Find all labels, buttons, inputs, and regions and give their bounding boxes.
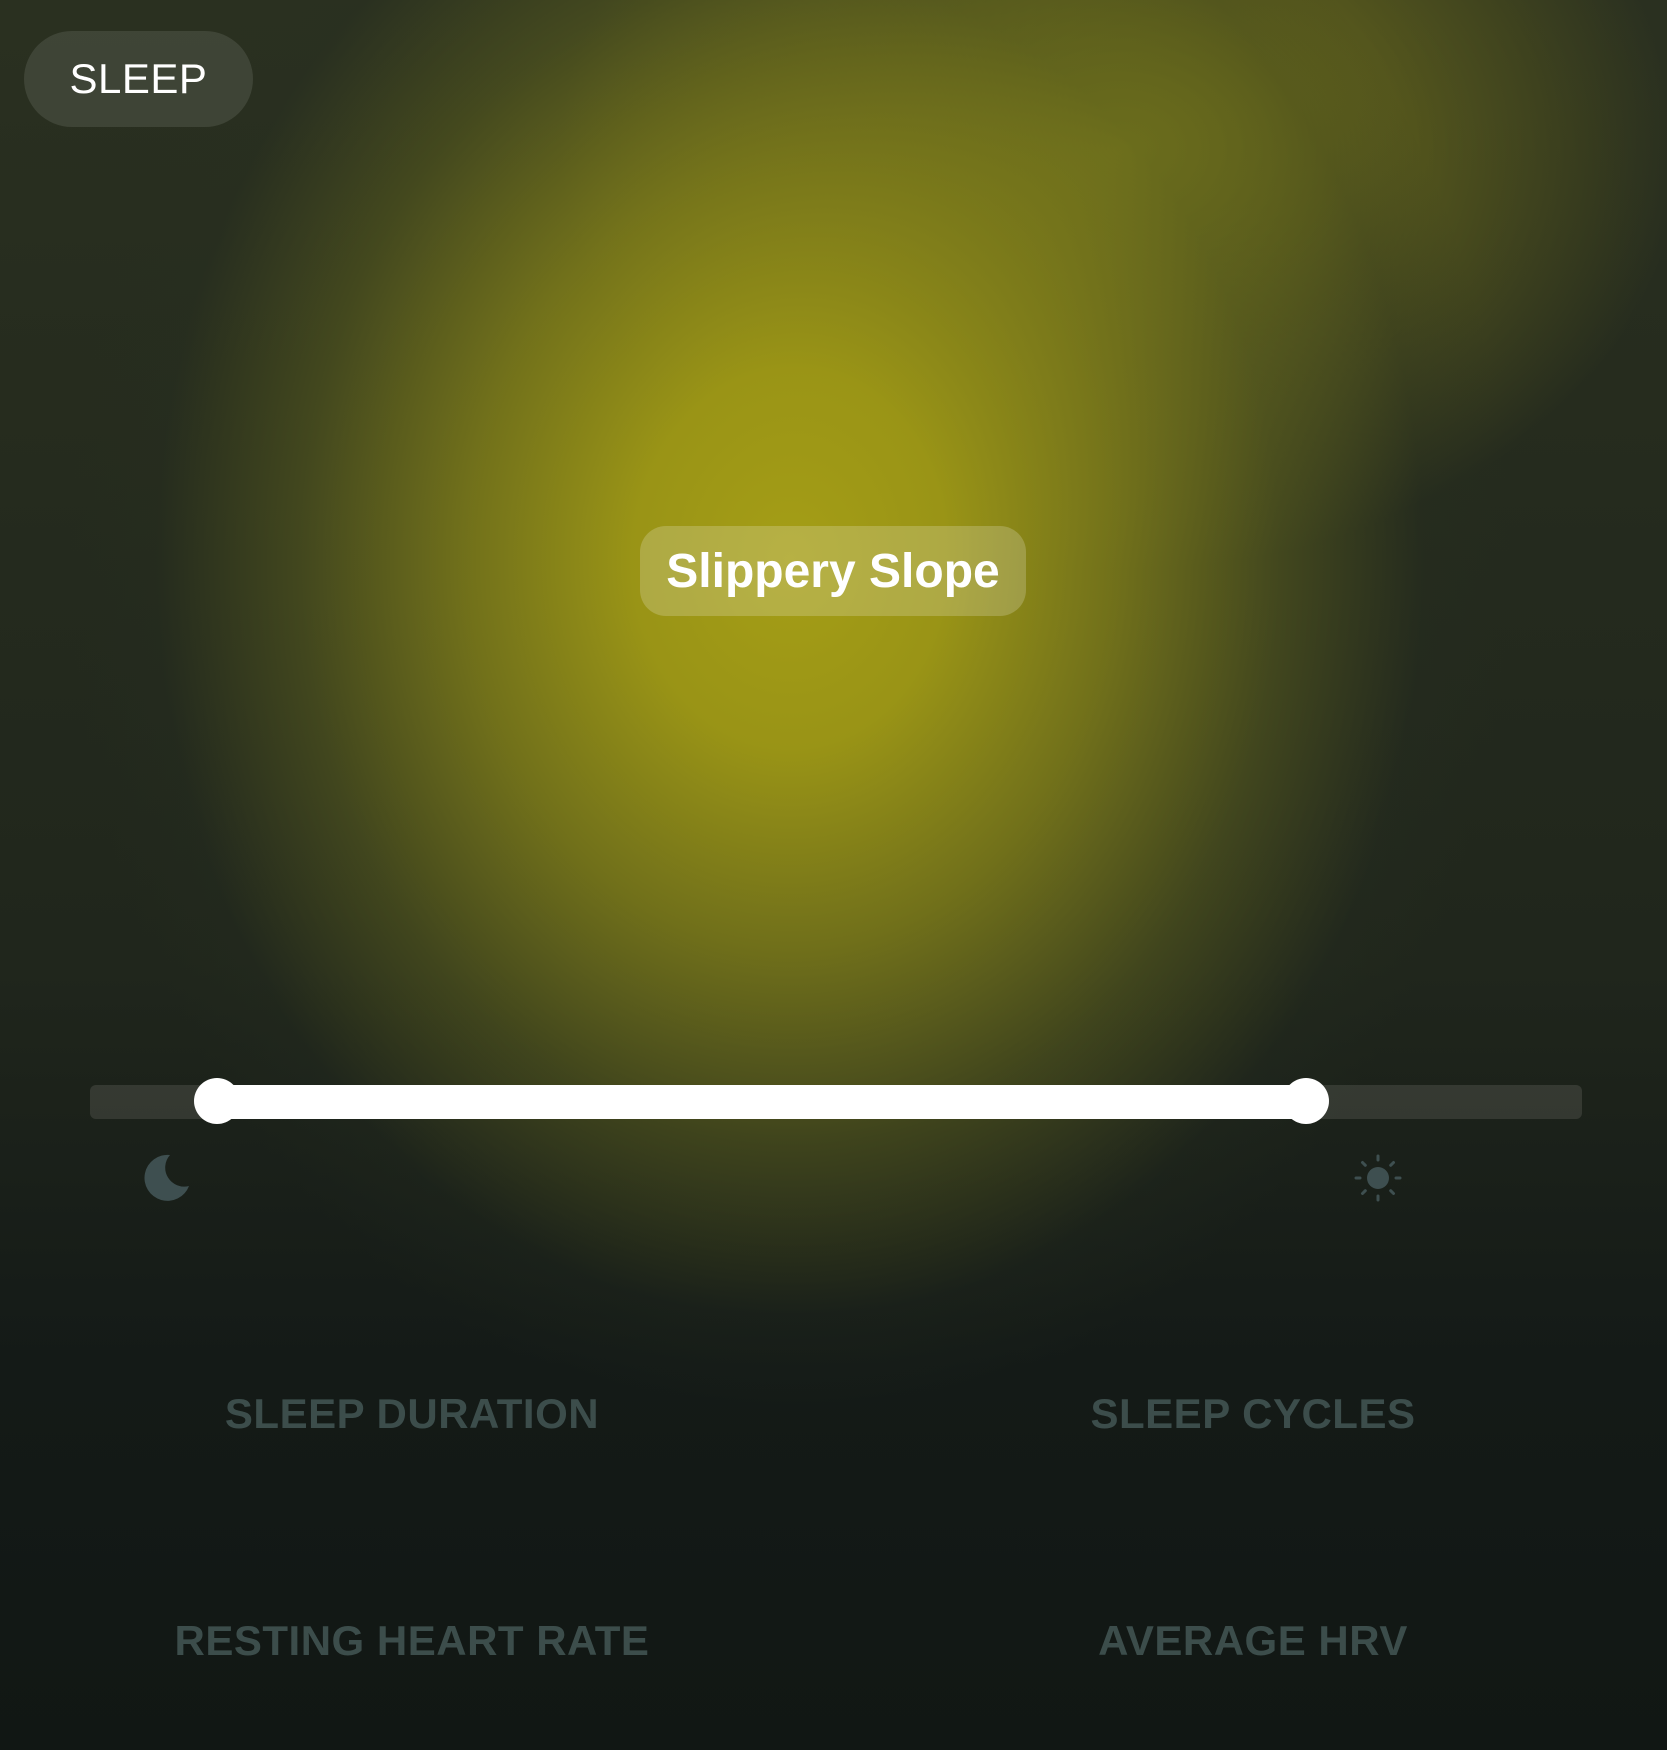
sleep-mode-button[interactable]: SLEEP (24, 31, 253, 127)
sleep-duration-label: SLEEP DURATION (224, 1390, 600, 1437)
slider-end-handle[interactable] (1282, 1078, 1329, 1124)
sun-icon (1354, 1154, 1402, 1202)
average-hrv-label: AVERAGE HRV (1098, 1617, 1408, 1664)
resting-heart-rate-label: RESTING HEART RATE (174, 1617, 650, 1664)
moon-icon (144, 1154, 189, 1201)
sleep-cycles-label: SLEEP CYCLES (1090, 1390, 1416, 1437)
sleep-timeline-slider[interactable] (90, 1078, 1582, 1130)
slider-selected-range (216, 1085, 1306, 1119)
sleep-screen: SLEEP Slippery Slope SLEEP DURATION SLEE… (0, 0, 1667, 1750)
slider-start-handle[interactable] (193, 1078, 240, 1124)
sleep-pattern-label: Slippery Slope (640, 526, 1026, 616)
